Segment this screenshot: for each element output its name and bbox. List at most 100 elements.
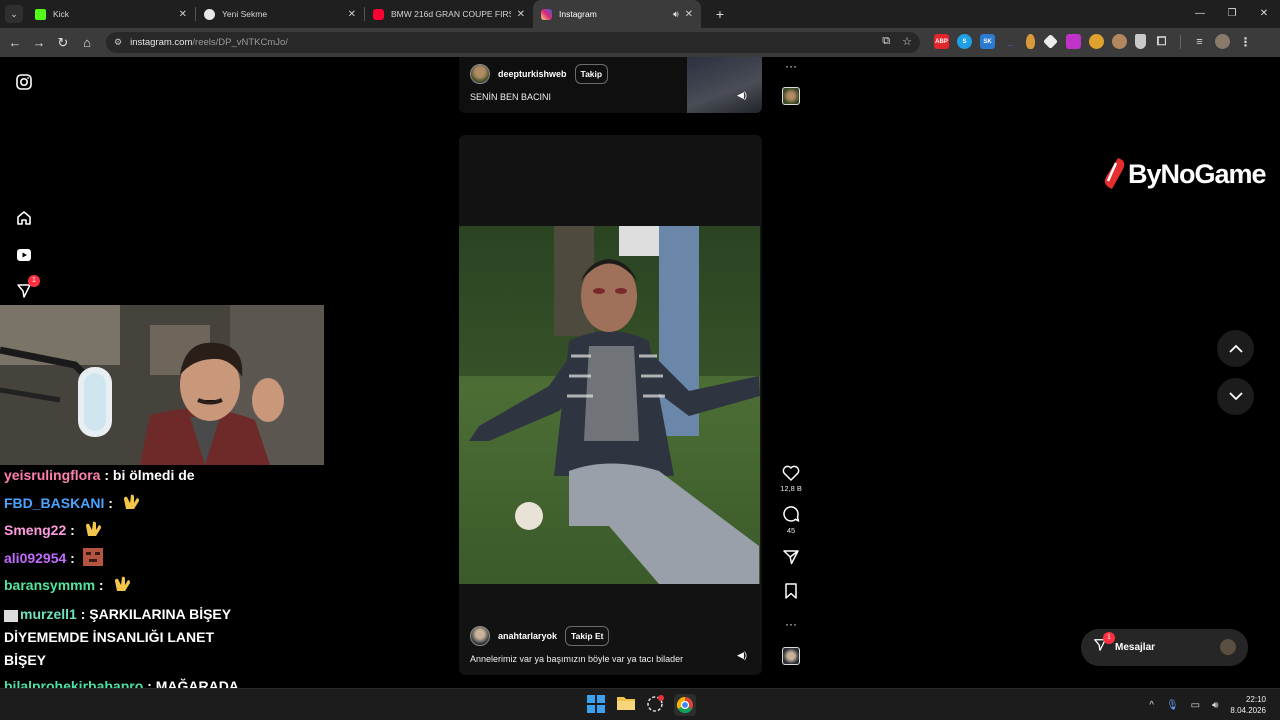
new-tab-button[interactable]: + <box>711 6 729 22</box>
comment-count: 45 <box>786 526 796 535</box>
next-reel-button[interactable] <box>1217 378 1254 415</box>
extension-icon[interactable] <box>1089 34 1104 49</box>
reels-icon[interactable] <box>14 245 34 265</box>
volume-icon[interactable]: 🔊︎ <box>1212 700 1218 711</box>
tab-title: Kick <box>53 9 70 19</box>
youtube-icon <box>373 8 384 20</box>
tab-new-tab[interactable]: Yeni Sekme ✕ <box>196 0 364 28</box>
face-emote-icon <box>82 547 103 566</box>
forward-icon[interactable]: → <box>27 35 51 50</box>
username[interactable]: anahtarlaryok <box>498 631 557 641</box>
browser-toolbar: ← → ↻ ⌂ ⚙ instagram.com/reels/DP_vNTKCmJ… <box>0 28 1280 57</box>
bookmark-icon[interactable] <box>784 583 798 599</box>
reading-list-icon[interactable]: ≡ <box>1192 34 1207 49</box>
close-icon[interactable]: ✕ <box>517 9 525 20</box>
video-thumbnail <box>687 57 762 113</box>
extension-icon[interactable]: SK <box>980 34 995 49</box>
divider <box>1180 34 1181 49</box>
close-window-icon[interactable]: ✕ <box>1248 0 1280 28</box>
reel-video[interactable] <box>459 226 760 584</box>
address-bar[interactable]: ⚙ instagram.com/reels/DP_vNTKCmJo/ ⧉ ☆ <box>106 32 920 53</box>
close-icon[interactable]: ✕ <box>348 9 356 20</box>
app-icon[interactable] <box>646 695 666 715</box>
follow-button[interactable]: Takip Et <box>565 626 610 646</box>
site-info-icon[interactable]: ⚙ <box>114 37 122 48</box>
extension-icon[interactable]: S <box>957 34 972 49</box>
home-icon[interactable]: ⌂ <box>75 35 99 50</box>
username[interactable]: deepturkishweb <box>498 69 567 79</box>
close-icon[interactable]: ✕ <box>179 9 187 20</box>
speaker-icon[interactable]: 🔊︎ <box>673 9 679 20</box>
avatar[interactable] <box>470 626 490 646</box>
previous-reel[interactable]: deepturkishweb Takip SENİN BEN BACINI ◀) <box>459 57 762 113</box>
messages-label: Mesajlar <box>1115 642 1156 653</box>
microphone-icon[interactable]: 🎙︎ <box>1166 700 1179 711</box>
instagram-logo-icon[interactable] <box>14 72 34 92</box>
windows-taskbar: ^ 🎙︎ ▭ 🔊︎ 22:10 8.04.2026 <box>0 688 1280 720</box>
notification-badge: 1 <box>28 275 40 287</box>
tab-instagram[interactable]: Instagram 🔊︎ ✕ <box>533 0 701 28</box>
chat-username: murzell1 <box>20 605 77 622</box>
back-icon[interactable]: ← <box>3 35 27 50</box>
chat-text: bi ölmedi de <box>112 467 195 483</box>
tab-title: BMW 216d GRAN COUPE FIRST <box>391 9 511 19</box>
previous-reel-button[interactable] <box>1217 330 1254 367</box>
clock-date: 8.04.2026 <box>1230 706 1266 715</box>
chat-username: yeisrulingflora <box>4 467 101 483</box>
file-explorer-icon[interactable] <box>617 695 637 715</box>
windows-start-icon[interactable] <box>587 695 607 715</box>
audio-thumbnail[interactable] <box>782 87 800 105</box>
chrome-taskbar-icon[interactable] <box>674 694 696 716</box>
webcam-frame <box>0 305 324 465</box>
avatar[interactable] <box>470 64 490 84</box>
share-action[interactable] <box>783 549 799 565</box>
direct-messages-icon[interactable]: 1 <box>14 275 40 301</box>
profile-avatar[interactable] <box>1215 34 1230 49</box>
like-action[interactable]: 12,8 B <box>780 465 802 493</box>
reload-icon[interactable]: ↻ <box>51 35 75 51</box>
install-app-icon[interactable]: ⧉ <box>882 35 890 48</box>
share-icon[interactable] <box>783 549 799 565</box>
messages-button[interactable]: 1 Mesajlar <box>1081 629 1248 666</box>
adblock-extension-icon[interactable]: ABP <box>934 34 949 49</box>
chat-username: Smeng22 <box>4 522 67 538</box>
bookmark-star-icon[interactable]: ☆ <box>902 35 912 48</box>
comment-action[interactable]: 45 <box>782 505 800 535</box>
puzzle-icon[interactable]: ⧠ <box>1154 34 1169 49</box>
extension-icon[interactable] <box>1043 34 1058 49</box>
minimize-icon[interactable]: — <box>1184 0 1216 28</box>
tab-title: Yeni Sekme <box>222 9 268 19</box>
audio-thumbnail[interactable] <box>782 647 800 665</box>
bynogame-logo: ByNoGame <box>1100 157 1267 191</box>
tab-youtube[interactable]: BMW 216d GRAN COUPE FIRST ✕ <box>365 0 533 28</box>
clock[interactable]: 22:10 8.04.2026 <box>1230 694 1266 716</box>
heart-icon[interactable] <box>782 465 800 481</box>
shield-icon[interactable] <box>1135 34 1146 49</box>
close-icon[interactable]: ✕ <box>685 9 693 20</box>
menu-kebab-icon[interactable]: ⋮ <box>1238 34 1253 49</box>
reel-caption: SENİN BEN BACINI <box>470 92 552 102</box>
more-options-icon[interactable]: ··· <box>785 59 797 73</box>
extension-icon[interactable] <box>1066 34 1081 49</box>
follow-button[interactable]: Takip <box>574 64 609 84</box>
badge-icon <box>4 609 18 622</box>
tab-title: Instagram <box>559 9 597 19</box>
extension-icon[interactable]: _ <box>1003 34 1018 49</box>
network-icon[interactable]: ▭ <box>1191 700 1200 711</box>
tab-kick[interactable]: Kick ✕ <box>27 0 195 28</box>
chat-username: baransymmm <box>4 577 96 593</box>
audio-icon[interactable]: ◀) <box>734 647 750 663</box>
save-action[interactable] <box>784 583 798 599</box>
extension-icon[interactable] <box>1026 34 1035 49</box>
current-reel[interactable]: anahtarlaryok Takip Et Annelerimiz var y… <box>459 135 762 675</box>
tab-search-button[interactable]: ⌄ <box>5 5 23 23</box>
direct-messages-icon: 1 <box>1093 632 1115 657</box>
bynogame-mark-icon <box>1104 158 1125 189</box>
comment-icon[interactable] <box>782 505 800 523</box>
audio-icon[interactable]: ◀) <box>734 87 750 103</box>
extension-icon[interactable] <box>1112 34 1127 49</box>
restore-icon[interactable]: ❐ <box>1216 0 1248 28</box>
chevron-up-icon[interactable]: ^ <box>1149 700 1154 711</box>
more-options-icon[interactable]: ··· <box>785 617 797 631</box>
home-icon[interactable] <box>14 208 34 228</box>
